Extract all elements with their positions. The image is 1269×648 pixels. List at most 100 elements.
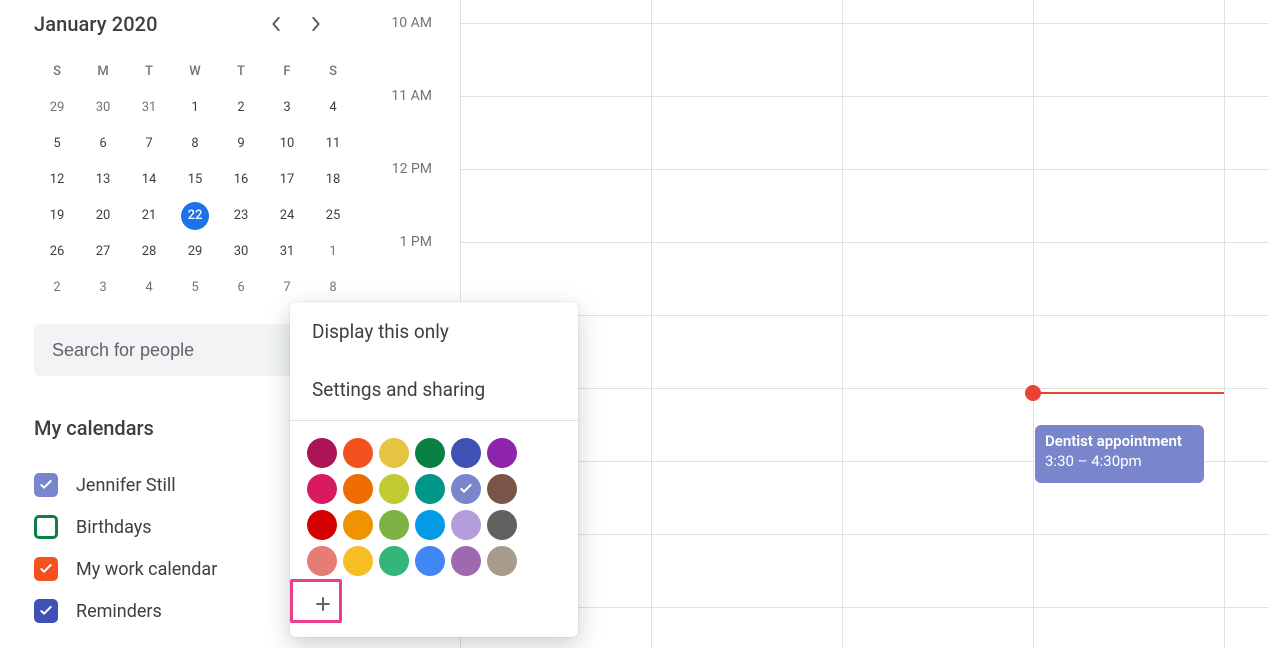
mini-calendar-day[interactable]: 15 — [172, 162, 218, 198]
prev-month-button[interactable] — [264, 12, 288, 36]
color-swatch[interactable] — [379, 510, 409, 540]
mini-calendar-day[interactable]: 2 — [34, 270, 80, 306]
mini-calendar-day[interactable]: 1 — [172, 90, 218, 126]
calendar-checkbox[interactable] — [34, 473, 58, 497]
mini-calendar-day[interactable]: 20 — [80, 198, 126, 234]
grid-hour-line — [460, 534, 1269, 535]
mini-calendar-day[interactable]: 3 — [264, 90, 310, 126]
color-swatch[interactable] — [307, 438, 337, 468]
mini-calendar-day[interactable]: 4 — [126, 270, 172, 306]
color-swatch[interactable] — [343, 474, 373, 504]
mini-calendar-day[interactable]: 21 — [126, 198, 172, 234]
mini-calendar-day[interactable]: 6 — [218, 270, 264, 306]
color-swatch[interactable] — [307, 546, 337, 576]
color-swatch[interactable] — [415, 546, 445, 576]
plus-icon — [313, 594, 333, 614]
mini-calendar-day[interactable]: 5 — [172, 270, 218, 306]
color-swatch[interactable] — [415, 474, 445, 504]
mini-calendar-header: January 2020 — [34, 0, 338, 48]
now-indicator-line — [1033, 392, 1224, 394]
mini-calendar-day[interactable]: 9 — [218, 126, 264, 162]
mini-calendar-dow: F — [264, 54, 310, 90]
mini-calendar-day[interactable]: 23 — [218, 198, 264, 234]
mini-calendar-day[interactable]: 5 — [34, 126, 80, 162]
color-swatch[interactable] — [343, 438, 373, 468]
grid-hour-line — [460, 169, 1269, 170]
mini-calendar-day[interactable]: 3 — [80, 270, 126, 306]
grid-hour-line — [460, 315, 1269, 316]
menu-settings-and-sharing[interactable]: Settings and sharing — [290, 360, 578, 418]
color-swatch[interactable] — [343, 510, 373, 540]
mini-calendar-dow: S — [34, 54, 80, 90]
mini-calendar-day[interactable]: 31 — [264, 234, 310, 270]
color-swatch[interactable] — [487, 438, 517, 468]
mini-calendar-dow: T — [126, 54, 172, 90]
add-custom-color-highlight — [290, 579, 342, 623]
mini-calendar-day[interactable]: 7 — [126, 126, 172, 162]
search-people-input[interactable] — [52, 340, 320, 361]
color-swatch[interactable] — [451, 474, 481, 504]
mini-calendar-day[interactable]: 19 — [34, 198, 80, 234]
color-swatch[interactable] — [451, 438, 481, 468]
mini-calendar-day[interactable]: 29 — [172, 234, 218, 270]
time-label: 10 AM — [391, 15, 432, 31]
calendar-label: Jennifer Still — [76, 475, 176, 496]
mini-calendar-day[interactable]: 16 — [218, 162, 264, 198]
menu-display-this-only[interactable]: Display this only — [290, 302, 578, 360]
calendar-checkbox[interactable] — [34, 515, 58, 539]
color-swatch[interactable] — [379, 438, 409, 468]
popover-divider — [290, 420, 578, 421]
mini-calendar-day[interactable]: 6 — [80, 126, 126, 162]
mini-calendar-day[interactable]: 26 — [34, 234, 80, 270]
time-label: 11 AM — [391, 88, 432, 104]
chevron-left-icon — [271, 17, 281, 31]
color-swatch[interactable] — [343, 546, 373, 576]
calendar-checkbox[interactable] — [34, 599, 58, 623]
time-label: 12 PM — [392, 161, 432, 177]
calendar-checkbox[interactable] — [34, 557, 58, 581]
mini-calendar-day[interactable]: 30 — [80, 90, 126, 126]
add-custom-color-button[interactable] — [308, 589, 338, 619]
color-swatch[interactable] — [379, 546, 409, 576]
mini-calendar-day[interactable]: 7 — [264, 270, 310, 306]
grid-day-line — [651, 0, 652, 648]
grid-hour-line — [460, 96, 1269, 97]
color-swatch[interactable] — [379, 474, 409, 504]
mini-calendar-day[interactable]: 13 — [80, 162, 126, 198]
next-month-button[interactable] — [304, 12, 328, 36]
mini-calendar-nav — [264, 12, 328, 36]
mini-calendar-day[interactable]: 27 — [80, 234, 126, 270]
mini-calendar-day[interactable]: 12 — [34, 162, 80, 198]
calendar-label: Reminders — [76, 601, 162, 622]
mini-calendar-day[interactable]: 17 — [264, 162, 310, 198]
mini-calendar-day[interactable]: 8 — [172, 126, 218, 162]
color-swatch[interactable] — [415, 510, 445, 540]
mini-calendar-day[interactable]: 22 — [172, 198, 218, 234]
color-swatch[interactable] — [451, 546, 481, 576]
color-swatch[interactable] — [307, 474, 337, 504]
mini-calendar-day[interactable]: 24 — [264, 198, 310, 234]
mini-calendar-day[interactable]: 30 — [218, 234, 264, 270]
grid-hour-line — [460, 388, 1269, 389]
event-title: Dentist appointment — [1045, 432, 1182, 450]
mini-calendar-day[interactable]: 29 — [34, 90, 80, 126]
color-swatch[interactable] — [307, 510, 337, 540]
color-swatch[interactable] — [487, 474, 517, 504]
grid-hour-line — [460, 242, 1269, 243]
day-columns[interactable]: Dentist appointment3:30 – 4:30pm — [460, 0, 1269, 648]
color-swatch[interactable] — [451, 510, 481, 540]
grid-day-line — [1224, 0, 1225, 648]
mini-calendar[interactable]: SMTWTFS293031123456789101112131415161718… — [34, 54, 338, 306]
mini-calendar-day[interactable]: 2 — [218, 90, 264, 126]
mini-calendar-dow: W — [172, 54, 218, 90]
mini-calendar-day[interactable]: 28 — [126, 234, 172, 270]
grid-hour-line — [460, 607, 1269, 608]
color-swatch[interactable] — [487, 510, 517, 540]
color-swatch[interactable] — [415, 438, 445, 468]
color-swatch[interactable] — [487, 546, 517, 576]
calendar-event[interactable]: Dentist appointment3:30 – 4:30pm — [1035, 425, 1204, 483]
mini-calendar-day[interactable]: 14 — [126, 162, 172, 198]
mini-calendar-day[interactable]: 10 — [264, 126, 310, 162]
grid-hour-line — [460, 23, 1269, 24]
mini-calendar-day[interactable]: 31 — [126, 90, 172, 126]
